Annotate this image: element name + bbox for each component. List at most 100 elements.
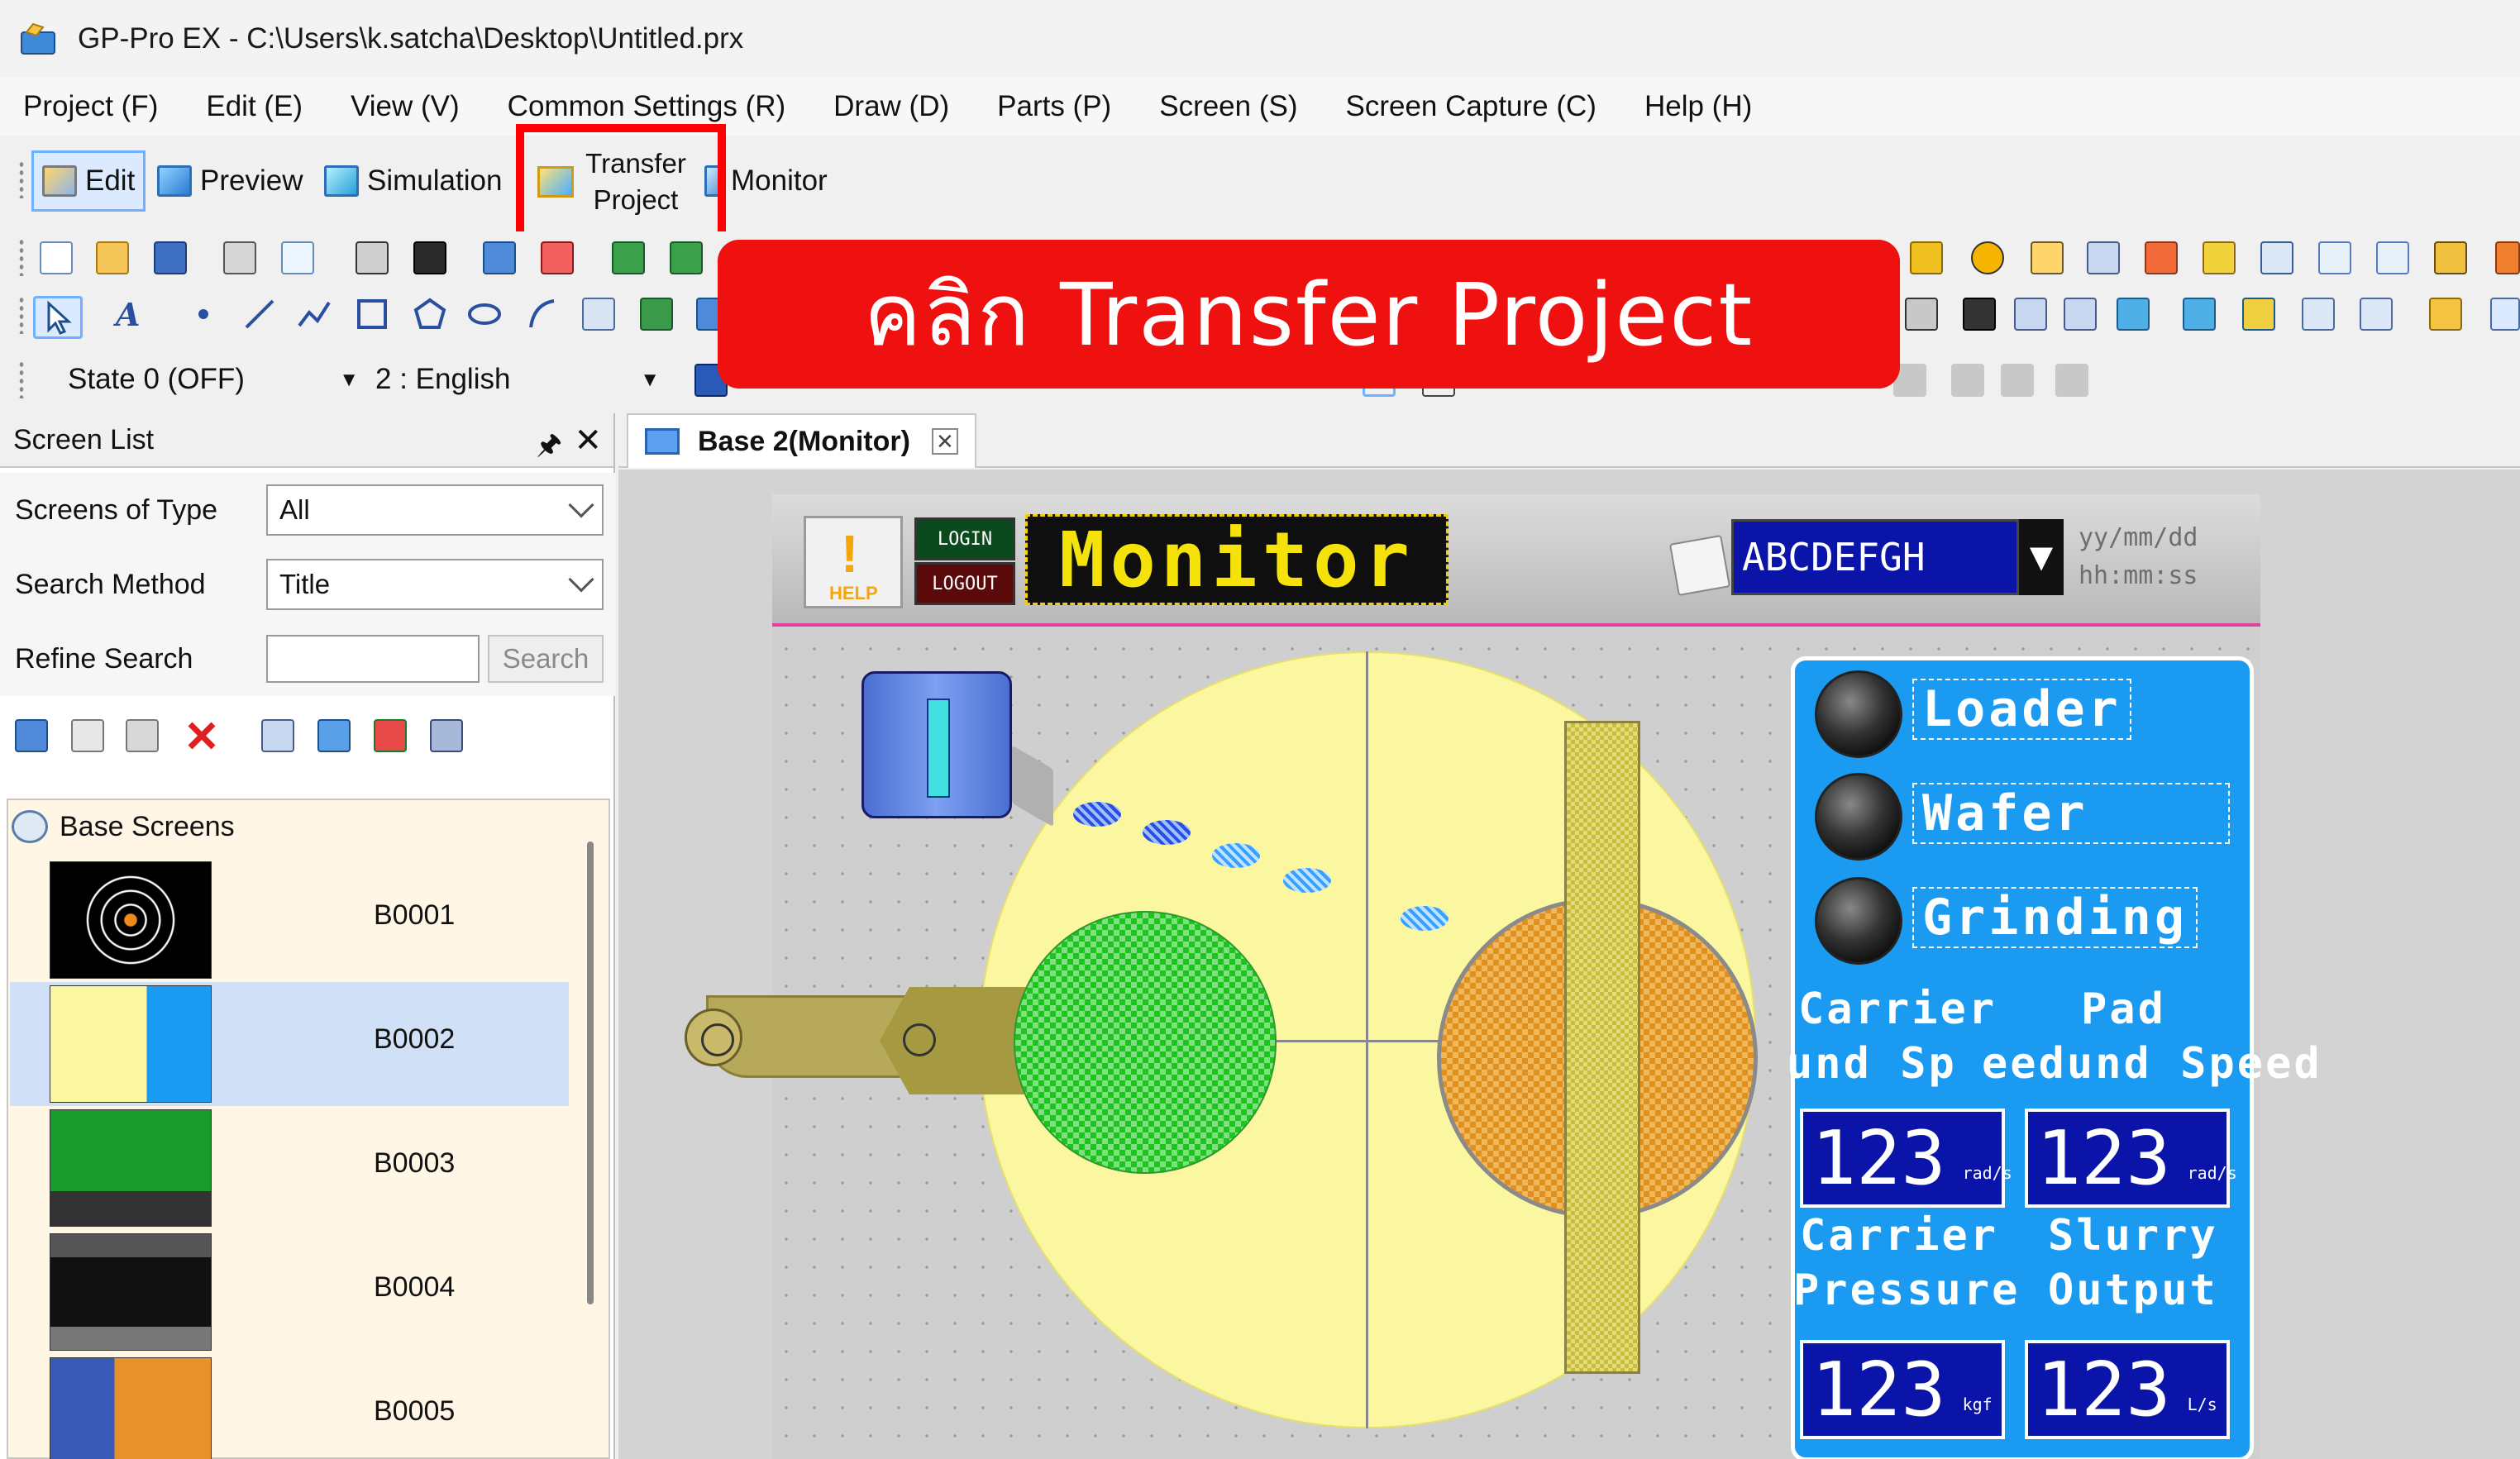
toolbar-grip[interactable] (18, 238, 25, 276)
toolbar-grip[interactable] (18, 360, 25, 398)
copy-screen-icon[interactable] (71, 719, 104, 752)
close-tab-icon[interactable]: ✕ (931, 428, 958, 455)
file-tool-icon[interactable] (2242, 298, 2275, 331)
image-tool-icon[interactable] (640, 298, 673, 331)
carrier-speed-value[interactable]: 123 rad/s (1800, 1109, 2012, 1208)
open-folder-icon[interactable] (96, 241, 129, 274)
message-dropdown-icon[interactable]: ▼ (2019, 519, 2064, 595)
toolbar-grip[interactable] (18, 160, 25, 198)
display-tool-icon[interactable] (2064, 298, 2097, 331)
carrier-head[interactable] (1014, 911, 1277, 1174)
capture-icon[interactable] (413, 241, 446, 274)
new-screen-icon[interactable] (15, 719, 48, 752)
screen-properties-icon[interactable] (261, 719, 294, 752)
screen-transfer-icon[interactable] (430, 719, 463, 752)
search-button[interactable]: Search (488, 635, 604, 683)
simulation-button[interactable]: Simulation (324, 150, 502, 212)
rectangle-tool-icon[interactable] (356, 298, 389, 331)
help-button[interactable]: ! HELP (804, 516, 903, 608)
tag-icon[interactable] (2145, 241, 2178, 274)
move-down-icon[interactable] (2001, 364, 2034, 397)
arrow-tool-icon[interactable] (2490, 298, 2520, 331)
arc-tool-icon[interactable] (526, 298, 559, 331)
pen-tool-icon[interactable] (1963, 298, 1996, 331)
rotate-back-icon[interactable] (1951, 364, 1984, 397)
print-preview-icon[interactable] (281, 241, 314, 274)
pad-speed-value[interactable]: 123 rad/s (2025, 1109, 2237, 1208)
wafer-lamp[interactable] (1815, 773, 1902, 861)
screens-of-type-select[interactable]: All (266, 484, 604, 536)
language-icon[interactable] (2260, 241, 2293, 274)
message-display[interactable]: ABCDEFGH (1731, 519, 2019, 595)
tools-icon[interactable] (2434, 241, 2467, 274)
line-tool-icon[interactable] (243, 298, 276, 331)
print-icon[interactable] (223, 241, 256, 274)
carrier-pressure-value[interactable]: 123 kgf (1800, 1340, 2005, 1439)
search-method-select[interactable]: Title (266, 559, 604, 610)
slurry-arm[interactable] (1564, 721, 1640, 1374)
close-icon[interactable]: ✕ (574, 422, 602, 460)
scrollbar[interactable] (587, 842, 594, 1304)
language-select[interactable]: 2 : English ▼ (375, 355, 666, 403)
screen-copy-icon[interactable] (541, 241, 574, 274)
paste-screen-icon[interactable] (126, 719, 159, 752)
grinding-lamp[interactable] (1815, 877, 1902, 965)
logout-button[interactable]: LOGOUT (914, 562, 1015, 605)
slurry-output-value[interactable]: 123 L/s (2025, 1340, 2230, 1439)
menu-help[interactable]: Help (H) (1644, 90, 1752, 123)
font-icon[interactable] (2318, 241, 2351, 274)
move-up-icon[interactable] (2055, 364, 2088, 397)
pin-icon[interactable]: 🖈 (537, 425, 562, 472)
window-tool-icon[interactable] (2014, 298, 2047, 331)
polygon-tool-icon[interactable] (413, 298, 446, 331)
loader-lamp[interactable] (1815, 670, 1902, 758)
screen-item-b0004[interactable]: B0004 (10, 1230, 569, 1354)
hand-tool-icon[interactable] (2429, 298, 2462, 331)
note-icon[interactable] (1668, 534, 1731, 597)
menu-screen-capture[interactable]: Screen Capture (C) (1346, 90, 1596, 123)
screen-close-icon[interactable] (670, 241, 703, 274)
refine-search-input[interactable] (266, 635, 480, 683)
text-table-icon[interactable] (2087, 241, 2120, 274)
hmi-screen[interactable]: ! HELP LOGIN LOGOUT Monitor ABCDEFGH ▼ y… (685, 494, 2320, 1459)
toolbar-grip[interactable] (18, 296, 25, 334)
screen-color-icon[interactable] (374, 719, 407, 752)
menu-screen[interactable]: Screen (S) (1159, 90, 1297, 123)
table-tool-icon[interactable] (2360, 298, 2393, 331)
save-icon[interactable] (154, 241, 187, 274)
base-screens-node[interactable]: Base Screens (12, 810, 235, 843)
key-icon[interactable] (1910, 241, 1943, 274)
screen-item-b0001[interactable]: B0001 (10, 858, 569, 982)
screen-open-icon[interactable] (612, 241, 645, 274)
tab-base-2-monitor[interactable]: Base 2(Monitor) ✕ (627, 413, 976, 468)
login-button[interactable]: LOGIN (914, 517, 1015, 560)
menu-view[interactable]: View (V) (351, 90, 460, 123)
menu-project[interactable]: Project (F) (23, 90, 158, 123)
delete-icon[interactable] (185, 719, 218, 752)
list-tool-icon[interactable] (2302, 298, 2335, 331)
ellipse-tool-icon[interactable] (468, 298, 501, 331)
grid-tool-icon[interactable] (1905, 298, 1938, 331)
menu-draw[interactable]: Draw (D) (833, 90, 949, 123)
edit-mode-button[interactable]: Edit (31, 150, 146, 212)
screen-list-view-icon[interactable] (317, 719, 351, 752)
lock-icon[interactable] (2031, 241, 2064, 274)
wafer-feeder[interactable] (861, 671, 1012, 818)
polyline-tool-icon[interactable] (298, 298, 331, 331)
screen-item-b0002[interactable]: B0002 (10, 982, 569, 1106)
select-pointer-icon[interactable] (33, 296, 83, 339)
state-select[interactable]: State 0 (OFF) ▼ (68, 355, 365, 403)
new-file-icon[interactable] (40, 241, 73, 274)
scale-tool-icon[interactable] (582, 298, 615, 331)
font-edit-icon[interactable] (2376, 241, 2409, 274)
menu-edit[interactable]: Edit (E) (206, 90, 303, 123)
preview-button[interactable]: Preview (157, 150, 303, 212)
address-icon[interactable] (356, 241, 389, 274)
alert-icon[interactable] (1971, 241, 2004, 274)
dot-tool-icon[interactable] (190, 298, 223, 331)
sound-icon[interactable] (2203, 241, 2236, 274)
text-tool-icon[interactable]: A (112, 296, 146, 333)
menu-parts[interactable]: Parts (P) (997, 90, 1111, 123)
new-screen-icon[interactable] (483, 241, 516, 274)
screen-item-b0005[interactable]: B0005 (10, 1354, 569, 1459)
